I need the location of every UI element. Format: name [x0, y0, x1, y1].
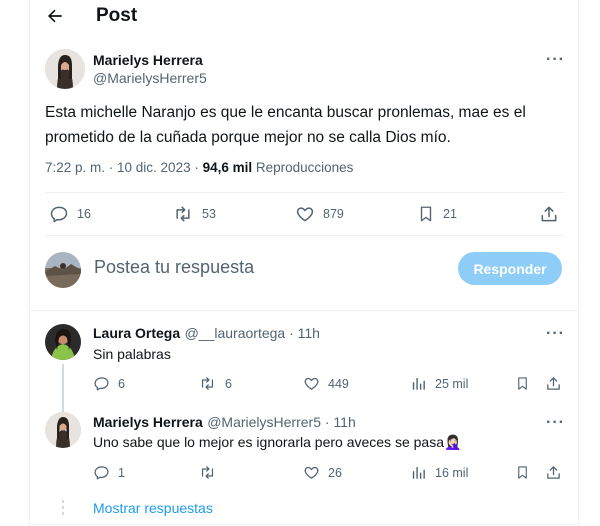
repost-icon: [176, 206, 190, 222]
thread-line: [62, 364, 64, 412]
reply-action[interactable]: 6: [93, 375, 125, 392]
reply-text: Uno sabe que lo mejor es ignorarla pero …: [93, 434, 462, 450]
post-timestamp[interactable]: 7:22 p. m. · 10 dic. 2023 ·: [45, 160, 203, 175]
reply-count: 6: [118, 376, 125, 391]
like-count: 449: [328, 376, 349, 391]
share-action[interactable]: [539, 204, 559, 224]
bookmark-count: 21: [443, 207, 457, 221]
reply-icon: [94, 377, 109, 391]
reply-count: 16: [77, 207, 91, 221]
bookmark-action[interactable]: [515, 464, 530, 481]
show-replies-link[interactable]: Mostrar respuestas: [93, 500, 213, 516]
reply-action[interactable]: 1: [93, 464, 125, 481]
bookmark-action[interactable]: [515, 375, 530, 392]
author-name[interactable]: Marielys Herrera: [93, 52, 203, 68]
reply-action[interactable]: 16: [49, 204, 91, 224]
like-action[interactable]: 449: [303, 375, 349, 392]
avatar[interactable]: [45, 324, 81, 360]
views-count: 94,6 mil: [202, 160, 253, 175]
views-action[interactable]: 16 mil: [410, 464, 468, 481]
share-icon: [547, 466, 560, 479]
views-action[interactable]: 25 mil: [410, 375, 468, 392]
bookmark-action[interactable]: 21: [417, 204, 457, 224]
share-icon: [541, 206, 557, 222]
repost-icon: [201, 377, 214, 390]
bookmark-icon: [420, 206, 432, 222]
share-icon: [547, 377, 560, 390]
more-options-icon[interactable]: ···: [546, 325, 565, 343]
reply-input[interactable]: Postea tu respuesta: [94, 257, 254, 278]
repost-icon: [201, 466, 214, 479]
share-action[interactable]: [545, 464, 562, 481]
share-action[interactable]: [545, 375, 562, 392]
avatar[interactable]: [45, 412, 81, 448]
heart-icon: [304, 466, 319, 479]
reply-author-handle[interactable]: @__lauraortega · 11h: [185, 325, 320, 341]
thread-dot: [62, 512, 64, 515]
divider: [45, 192, 564, 193]
post-text: Esta michelle Naranjo es que le encanta …: [45, 104, 526, 146]
analytics-icon: [412, 466, 425, 479]
reply-author-handle[interactable]: @MarielysHerrer5 · 11h: [207, 414, 356, 430]
bookmark-icon: [518, 377, 527, 390]
repost-count: 53: [202, 207, 216, 221]
repost-count: 6: [225, 376, 232, 391]
reply-author: Marielys Herrera @MarielysHerrer5 · 11h: [93, 414, 356, 432]
my-avatar[interactable]: [45, 252, 81, 288]
reply-author-name[interactable]: Marielys Herrera: [93, 414, 203, 430]
reply-icon: [50, 206, 68, 223]
divider: [30, 524, 579, 525]
reply-icon: [94, 466, 109, 480]
views-count: 25 mil: [435, 376, 469, 391]
views-label: Reproducciones: [252, 160, 354, 175]
repost-action[interactable]: 53: [172, 204, 216, 224]
thread-dot: [62, 500, 64, 503]
heart-icon: [304, 377, 319, 390]
like-action[interactable]: 879: [295, 204, 344, 224]
back-arrow-icon[interactable]: [45, 6, 65, 26]
views-count: 16 mil: [435, 465, 469, 480]
more-options-icon[interactable]: ···: [546, 414, 565, 432]
like-count: 879: [323, 207, 344, 221]
reply-author-name[interactable]: Laura Ortega: [93, 325, 180, 341]
reply-button[interactable]: Responder: [458, 252, 562, 285]
more-options-icon[interactable]: ···: [546, 51, 565, 69]
reply-author: Laura Ortega @__lauraortega · 11h: [93, 325, 320, 343]
reply-count: 1: [118, 465, 125, 480]
repost-action[interactable]: [198, 464, 225, 481]
avatar[interactable]: [45, 49, 85, 89]
author-handle[interactable]: @MarielysHerrer5: [93, 70, 207, 86]
bookmark-icon: [518, 466, 527, 479]
heart-icon: [296, 207, 314, 222]
like-action[interactable]: 26: [303, 464, 342, 481]
repost-action[interactable]: 6: [198, 375, 232, 392]
like-count: 26: [328, 465, 342, 480]
reply-text: Sin palabras: [93, 346, 171, 362]
analytics-icon: [412, 377, 425, 390]
divider: [45, 235, 564, 236]
divider: [30, 310, 579, 311]
post-metadata: 7:22 p. m. · 10 dic. 2023 · 94,6 mil Rep…: [45, 160, 353, 175]
thread-dot: [62, 506, 64, 509]
page-title: Post: [96, 5, 138, 26]
